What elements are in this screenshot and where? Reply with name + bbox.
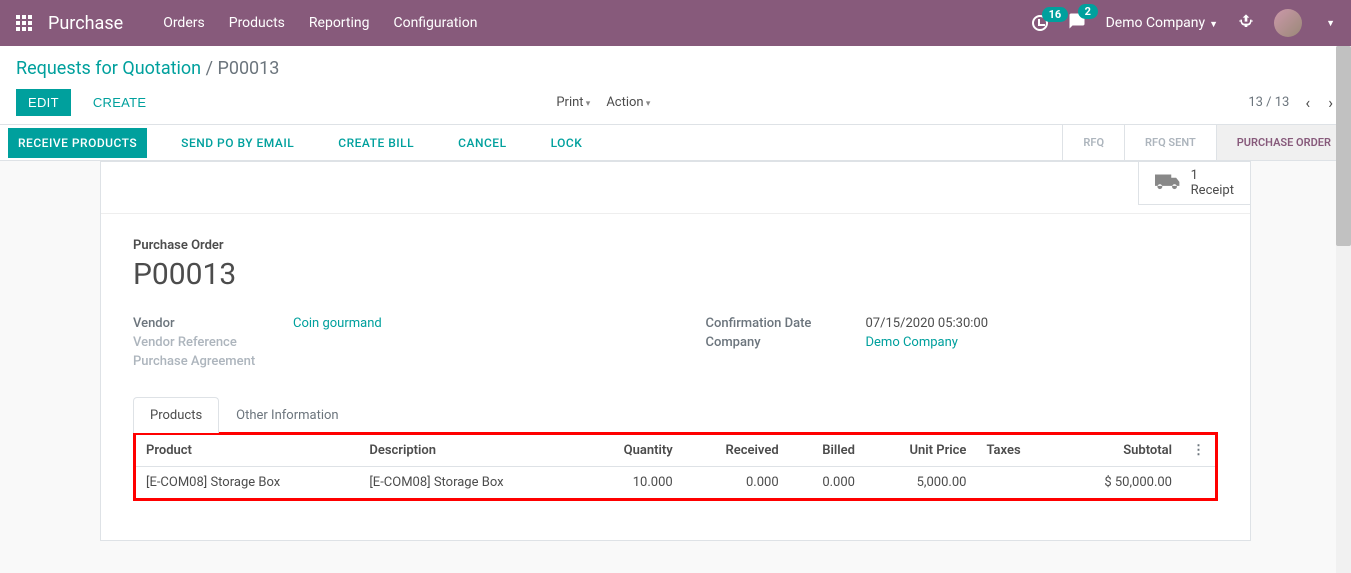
bug-icon [1238, 13, 1254, 29]
cell-unit-price: 5,000.00 [865, 467, 976, 499]
order-lines-highlight: Product Description Quantity Received Bi… [133, 432, 1218, 501]
col-unit-price: Unit Price [865, 435, 976, 467]
col-billed: Billed [789, 435, 865, 467]
create-bill-button[interactable]: Create Bill [328, 128, 424, 158]
col-quantity: Quantity [583, 435, 683, 467]
nav-menu: Orders Products Reporting Configuration [163, 15, 1031, 31]
activity-badge: 16 [1042, 7, 1069, 22]
messaging-indicator[interactable]: 2 [1068, 12, 1086, 34]
scrollbar[interactable] [1336, 46, 1351, 573]
company-label: Company [706, 335, 866, 350]
breadcrumb-root[interactable]: Requests for Quotation [16, 58, 201, 79]
pager-prev[interactable]: ‹ [1303, 93, 1312, 112]
status-purchase-order[interactable]: PURCHASE ORDER [1216, 125, 1351, 160]
cell-subtotal: $ 50,000.00 [1055, 467, 1182, 499]
receipt-count: 1 [1191, 168, 1234, 183]
nav-configuration[interactable]: Configuration [393, 15, 477, 31]
receive-products-button[interactable]: Receive Products [8, 128, 147, 158]
tab-products[interactable]: Products [133, 397, 219, 433]
status-rfq[interactable]: RFQ [1062, 125, 1124, 160]
col-description: Description [359, 435, 582, 467]
company-selector[interactable]: Demo Company▼ [1106, 15, 1218, 31]
activity-indicator[interactable]: 16 [1032, 15, 1048, 31]
cell-received: 0.000 [683, 467, 789, 499]
tab-other-information[interactable]: Other Information [219, 397, 355, 433]
status-rfq-sent[interactable]: RFQ SENT [1124, 125, 1216, 160]
cell-billed: 0.000 [789, 467, 865, 499]
cell-taxes [976, 467, 1055, 499]
lock-button[interactable]: Lock [541, 128, 593, 158]
agreement-label: Purchase Agreement [133, 354, 293, 369]
pager-text: 13 / 13 [1248, 95, 1289, 110]
edit-button[interactable]: Edit [16, 89, 71, 116]
vendor-ref-label: Vendor Reference [133, 335, 293, 350]
confirmation-date-label: Confirmation Date [706, 316, 866, 331]
debug-icon[interactable] [1238, 13, 1254, 33]
col-received: Received [683, 435, 789, 467]
confirmation-date-value: 07/15/2020 05:30:00 [866, 316, 989, 331]
cell-product: [E-COM08] Storage Box [136, 467, 359, 499]
cancel-button[interactable]: Cancel [448, 128, 516, 158]
order-lines-table: Product Description Quantity Received Bi… [136, 435, 1215, 498]
notebook-tabs: Products Other Information [133, 397, 1218, 433]
user-avatar[interactable] [1274, 9, 1302, 37]
col-taxes: Taxes [976, 435, 1055, 467]
cell-quantity: 10.000 [583, 467, 683, 499]
app-brand: Purchase [48, 13, 123, 34]
user-caret[interactable]: ▼ [1326, 18, 1335, 29]
form-sheet: 1 Receipt Purchase Order P00013 VendorCo… [100, 161, 1251, 541]
pager-next[interactable]: › [1326, 93, 1335, 112]
nav-products[interactable]: Products [229, 15, 285, 31]
action-dropdown[interactable]: Action [606, 95, 650, 110]
scrollbar-thumb[interactable] [1336, 46, 1351, 246]
nav-orders[interactable]: Orders [163, 15, 205, 31]
status-bar: RFQ RFQ SENT PURCHASE ORDER [1062, 125, 1351, 160]
order-title-label: Purchase Order [133, 238, 1218, 253]
action-bar: Receive Products Send PO by Email Create… [0, 125, 1351, 161]
apps-icon[interactable] [16, 15, 32, 31]
receipt-label: Receipt [1191, 183, 1234, 198]
vendor-value[interactable]: Coin gourmand [293, 316, 382, 331]
breadcrumb: Requests for Quotation / P00013 [16, 58, 1335, 79]
send-po-button[interactable]: Send PO by Email [171, 128, 304, 158]
col-subtotal: Subtotal [1055, 435, 1182, 467]
control-bar: Requests for Quotation / P00013 Edit Cre… [0, 46, 1351, 125]
create-button[interactable]: Create [81, 89, 159, 116]
company-value[interactable]: Demo Company [866, 335, 958, 350]
pager: 13 / 13 ‹ › [1248, 93, 1335, 112]
receipt-stat-button[interactable]: 1 Receipt [1138, 162, 1250, 205]
vendor-label: Vendor [133, 316, 293, 331]
col-options-icon[interactable]: ⋮ [1182, 435, 1215, 467]
order-name: P00013 [133, 257, 1218, 292]
table-row[interactable]: [E-COM08] Storage Box [E-COM08] Storage … [136, 467, 1215, 499]
truck-icon [1155, 171, 1181, 195]
breadcrumb-current: P00013 [217, 58, 279, 79]
print-dropdown[interactable]: Print [556, 95, 590, 110]
nav-reporting[interactable]: Reporting [309, 15, 370, 31]
col-product: Product [136, 435, 359, 467]
chat-badge: 2 [1078, 4, 1098, 19]
cell-description: [E-COM08] Storage Box [359, 467, 582, 499]
top-nav: Purchase Orders Products Reporting Confi… [0, 0, 1351, 46]
